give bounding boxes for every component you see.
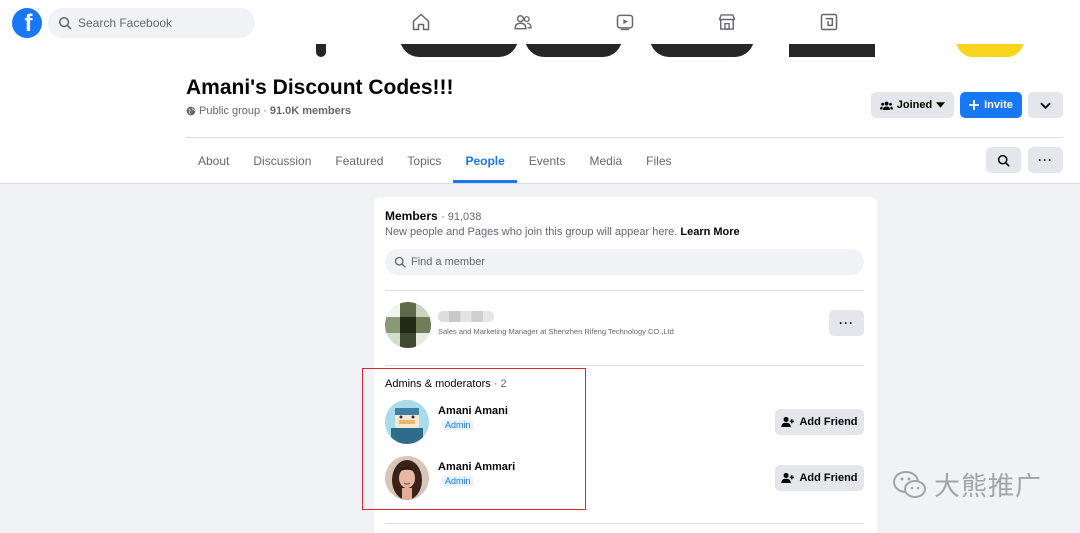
members-count: · 91,038 — [441, 211, 482, 223]
group-member-count[interactable]: 91.0K members — [270, 105, 351, 117]
section-divider — [385, 523, 864, 524]
watermark-text: 大熊推广 — [934, 472, 1043, 502]
members-heading: Members · 91,038 — [385, 209, 481, 223]
current-user-more-button[interactable]: ··· — [829, 310, 864, 336]
home-icon[interactable] — [409, 10, 433, 34]
joined-button[interactable]: Joined — [871, 92, 954, 118]
current-user-name-blurred — [438, 311, 494, 322]
add-friend-icon — [781, 416, 795, 428]
add-friend-button[interactable]: Add Friend — [775, 409, 864, 435]
wechat-logo-icon — [893, 470, 926, 498]
more-dots-icon: ··· — [839, 316, 854, 330]
search-icon — [58, 16, 72, 30]
group-icon — [879, 101, 893, 110]
current-user-avatar[interactable] — [385, 302, 431, 348]
friends-icon[interactable] — [511, 10, 535, 34]
globe-icon — [186, 106, 196, 116]
group-title[interactable]: Amani's Discount Codes!!! — [186, 76, 454, 100]
add-friend-button[interactable]: Add Friend — [775, 465, 864, 491]
tab-events[interactable]: Events — [517, 138, 578, 183]
tab-about[interactable]: About — [186, 138, 241, 183]
joined-label: Joined — [896, 99, 933, 111]
group-tabs: About Discussion Featured Topics People … — [186, 138, 684, 183]
search-icon — [394, 256, 406, 268]
tab-people[interactable]: People — [453, 138, 518, 183]
marketplace-icon[interactable] — [715, 10, 739, 34]
add-friend-icon — [781, 472, 795, 484]
group-meta: Public group · 91.0K members — [186, 105, 351, 117]
tab-discussion[interactable]: Discussion — [241, 138, 323, 183]
members-description: New people and Pages who join this group… — [385, 226, 740, 238]
header-more-button[interactable] — [1028, 92, 1063, 118]
gaming-icon[interactable] — [817, 10, 841, 34]
members-title: Members — [385, 209, 438, 223]
invite-label: Invite — [984, 99, 1013, 111]
more-dots-icon: ··· — [1038, 153, 1053, 167]
search-facebook-input[interactable] — [78, 16, 248, 30]
search-facebook-box[interactable] — [48, 8, 255, 38]
learn-more-link[interactable]: Learn More — [680, 226, 739, 238]
facebook-logo[interactable]: f — [12, 8, 42, 38]
plus-icon — [969, 100, 980, 110]
watch-icon[interactable] — [613, 10, 637, 34]
group-search-button[interactable] — [986, 147, 1021, 173]
section-divider — [385, 365, 864, 366]
tab-featured[interactable]: Featured — [323, 138, 395, 183]
invite-button[interactable]: Invite — [960, 92, 1022, 118]
caret-down-icon — [936, 102, 946, 108]
find-member-box[interactable] — [385, 249, 864, 275]
members-desc-text: New people and Pages who join this group… — [385, 226, 678, 238]
section-divider — [385, 290, 864, 291]
search-icon — [997, 154, 1010, 167]
find-member-input[interactable] — [411, 256, 811, 268]
tab-topics[interactable]: Topics — [395, 138, 453, 183]
meta-separator: · — [263, 105, 267, 117]
top-navigation-bar: f — [0, 0, 1080, 44]
current-user-subtitle: Sales and Marketing Manager at Shenzhen … — [438, 327, 674, 336]
admins-highlight-box — [362, 368, 586, 510]
add-friend-label: Add Friend — [799, 416, 858, 428]
group-privacy: Public group — [199, 105, 261, 117]
tab-media[interactable]: Media — [577, 138, 634, 183]
group-header: Amani's Discount Codes!!! Public group ·… — [0, 57, 1080, 184]
wechat-watermark: 大熊推广 — [892, 466, 1042, 503]
tabs-more-button[interactable]: ··· — [1028, 147, 1063, 173]
cover-photo — [0, 44, 1080, 57]
chevron-down-icon — [1040, 102, 1051, 109]
tab-files[interactable]: Files — [634, 138, 683, 183]
add-friend-label: Add Friend — [799, 472, 858, 484]
